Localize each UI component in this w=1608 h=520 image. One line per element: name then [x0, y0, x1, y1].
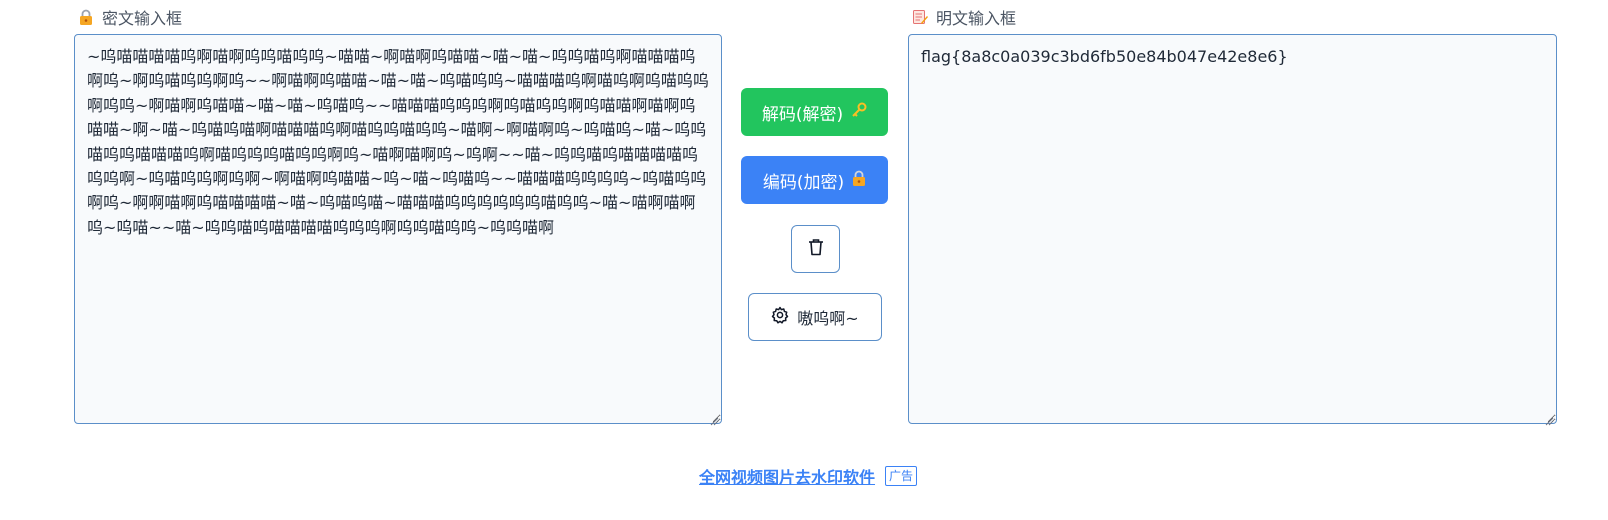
resize-grip-left[interactable]	[709, 411, 719, 430]
encode-button[interactable]: 编码(加密)	[741, 156, 888, 204]
plain-input[interactable]: flag{8a8c0a039c3bd6fb50e84b047e42e8e6}	[908, 34, 1557, 424]
key-icon	[851, 102, 867, 123]
lock-icon	[852, 170, 866, 191]
resize-grip-right[interactable]	[1544, 411, 1554, 430]
cipher-label: 密文输入框	[78, 6, 182, 28]
cipher-label-text: 密文输入框	[102, 9, 183, 28]
clear-button[interactable]	[791, 225, 840, 273]
plain-label-text: 明文输入框	[936, 9, 1017, 28]
lock-icon	[78, 9, 94, 25]
ad-badge: 广告	[885, 466, 918, 486]
settings-button-label: 嗷呜啊~	[797, 309, 859, 328]
decode-button-label: 解码(解密)	[761, 104, 844, 125]
trash-icon	[808, 238, 824, 261]
cipher-input[interactable]: ~呜喵喵喵喵呜啊喵啊呜呜喵呜呜~喵喵~啊喵啊呜喵喵~喵~喵~呜呜喵呜啊喵喵喵呜啊…	[74, 34, 722, 424]
encode-button-label: 编码(加密)	[762, 172, 845, 193]
settings-button[interactable]: 嗷呜啊~	[748, 293, 882, 341]
plain-label: 明文输入框	[912, 6, 1016, 28]
ad-banner: 全网视频图片去水印软件 广告	[699, 464, 918, 488]
gear-icon	[771, 306, 789, 328]
ad-link[interactable]: 全网视频图片去水印软件	[699, 464, 875, 488]
memo-icon	[912, 9, 928, 25]
decode-button[interactable]: 解码(解密)	[741, 88, 888, 136]
